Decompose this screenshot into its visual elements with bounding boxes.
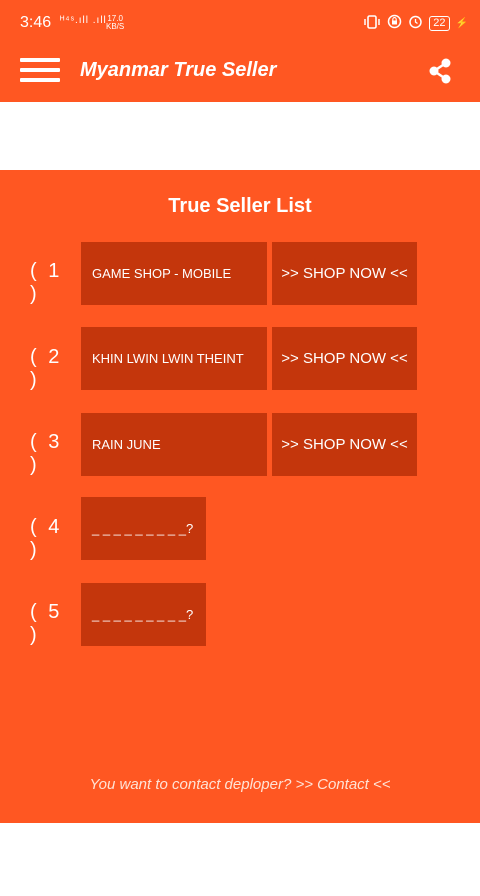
seller-placeholder: _ _ _ _ _ _ _ _ _?: [81, 497, 206, 560]
status-bar: 3:46 ᴴ⁴ˢ.ıll .ıll 17.0 KB/S 22 ⚡: [0, 0, 480, 48]
seller-placeholder: _ _ _ _ _ _ _ _ _?: [81, 583, 206, 646]
alarm-icon: [408, 14, 423, 32]
network-speed-unit: KB/S: [106, 22, 125, 31]
app-bar: Myanmar True Seller: [0, 48, 480, 102]
shop-now-button[interactable]: >> SHOP NOW <<: [272, 413, 417, 476]
seller-list-panel: True Seller List ( 1 ) GAME SHOP - MOBIL…: [0, 170, 480, 823]
row-number: ( 5 ): [30, 601, 63, 646]
contact-link[interactable]: You want to contact deploper? >> Contact…: [0, 776, 480, 793]
battery-level: 22: [429, 15, 450, 31]
list-title: True Seller List: [168, 195, 312, 217]
bottom-area: [0, 823, 480, 896]
status-time: 3:46: [20, 14, 52, 31]
seller-name: RAIN JUNE: [81, 413, 267, 476]
hamburger-menu-icon[interactable]: [20, 58, 60, 90]
signal-icon: ᴴ⁴ˢ.ıll .ıll: [60, 15, 107, 26]
row-number: ( 2 ): [30, 346, 63, 391]
row-number: ( 1 ): [30, 260, 63, 305]
vibrate-icon: [363, 14, 381, 32]
app-title: Myanmar True Seller: [80, 59, 277, 81]
status-icons: 22 ⚡: [363, 14, 468, 32]
row-number: ( 4 ): [30, 516, 63, 561]
row-number: ( 3 ): [30, 431, 63, 476]
shop-now-button[interactable]: >> SHOP NOW <<: [272, 327, 417, 390]
network-speed: 17.0 KB/S: [106, 15, 124, 31]
share-icon[interactable]: [425, 56, 455, 86]
lock-rotation-icon: [387, 14, 402, 32]
shop-now-button[interactable]: >> SHOP NOW <<: [272, 242, 417, 305]
seller-name: KHIN LWIN LWIN THEINT: [81, 327, 267, 390]
seller-name: GAME SHOP - MOBILE: [81, 242, 267, 305]
charging-icon: ⚡: [455, 17, 468, 29]
banner-area: [0, 102, 480, 170]
